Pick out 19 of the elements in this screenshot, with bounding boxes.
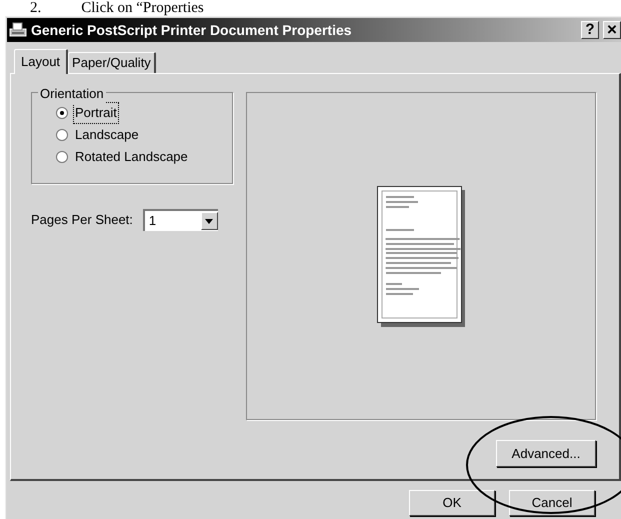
pages-per-sheet-dropdown[interactable]: 1 bbox=[142, 209, 218, 231]
tab[interactable]: Layout bbox=[14, 49, 68, 74]
pages-per-sheet-label: Pages Per Sheet: bbox=[31, 211, 133, 230]
dialog-button[interactable]: OK bbox=[409, 490, 495, 516]
radio-button[interactable] bbox=[56, 129, 68, 141]
tab[interactable]: Paper/Quality bbox=[68, 52, 156, 73]
radio-button[interactable] bbox=[56, 107, 68, 119]
close-button[interactable]: × bbox=[603, 21, 621, 39]
radio-button[interactable] bbox=[56, 151, 68, 163]
window-title: Generic PostScript Printer Document Properties bbox=[31, 20, 353, 40]
help-button[interactable]: ? bbox=[581, 21, 599, 39]
radio-label[interactable]: Portrait bbox=[73, 102, 119, 124]
advanced-button[interactable]: Advanced... bbox=[496, 440, 596, 467]
radio-label[interactable]: Rotated Landscape bbox=[73, 146, 190, 168]
step-text: Click on “Properties bbox=[81, 0, 204, 16]
printer-icon bbox=[9, 22, 27, 38]
step-number: 2. bbox=[30, 0, 42, 16]
radio-label[interactable]: Landscape bbox=[73, 124, 141, 146]
dialog-button[interactable]: Cancel bbox=[509, 490, 595, 516]
